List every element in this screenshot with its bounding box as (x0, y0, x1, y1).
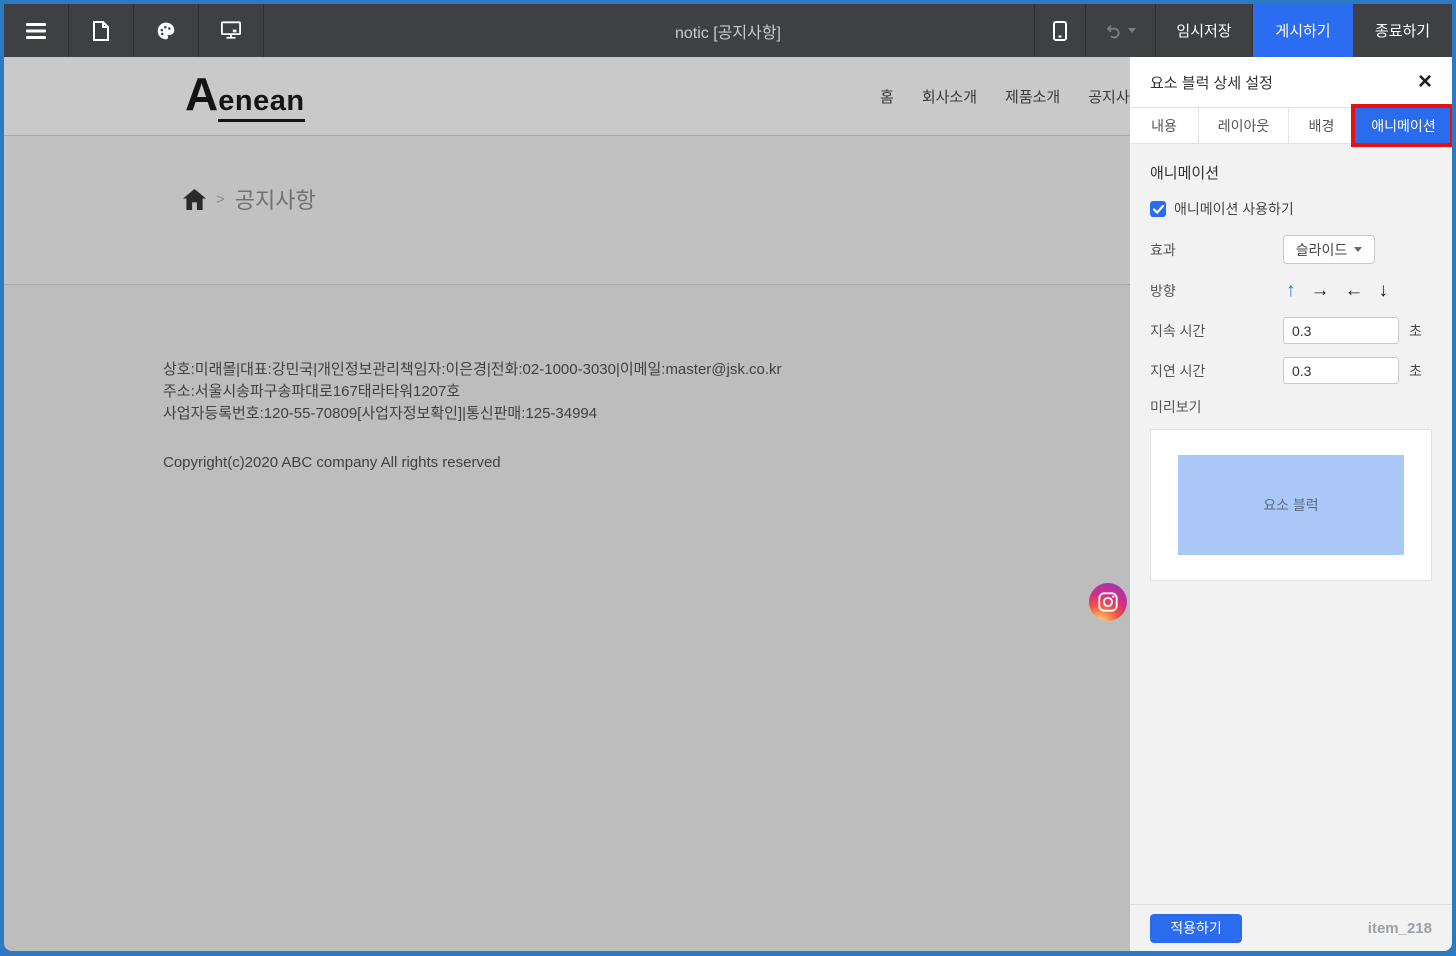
item-id-label: item_218 (1368, 920, 1432, 937)
use-animation-label: 애니메이션 사용하기 (1174, 199, 1294, 219)
duration-row: 지속 시간 초 (1150, 317, 1432, 344)
undo-icon (1105, 22, 1123, 40)
breadcrumb-current: 공지사항 (235, 183, 316, 215)
nav-item-company[interactable]: 회사소개 (922, 86, 977, 107)
monitor-icon (221, 21, 241, 40)
direction-right-arrow-icon[interactable]: → (1311, 281, 1330, 300)
tab-content[interactable]: 내용 (1130, 108, 1199, 143)
use-animation-row[interactable]: 애니메이션 사용하기 (1150, 199, 1432, 219)
site-header: Aenean 홈 회사소개 제품소개 공지사항 (4, 57, 1130, 136)
breadcrumb: > 공지사항 (183, 183, 316, 215)
preview-block-label: 요소 블럭 (1263, 495, 1318, 515)
effect-row: 효과 슬라이드 (1150, 235, 1432, 264)
tab-background[interactable]: 배경 (1289, 108, 1355, 143)
direction-down-arrow-icon[interactable]: ↓ (1379, 281, 1389, 300)
theme-button[interactable] (134, 4, 199, 57)
exit-button[interactable]: 종료하기 (1353, 4, 1452, 57)
site-preview: Aenean 홈 회사소개 제품소개 공지사항 > 공지사항 상호:미래몰|대표… (4, 57, 1130, 951)
editor-window: notic [공지사항] 임시저장 게시하기 종료하기 Aenean (4, 4, 1452, 951)
footer-copyright: Copyright(c)2020 ABC company All rights … (163, 454, 501, 471)
page-button[interactable] (69, 4, 134, 57)
delay-unit: 초 (1409, 361, 1422, 381)
close-icon[interactable]: × (1418, 70, 1432, 94)
palette-icon (156, 21, 176, 41)
footer-info-line: 주소:서울시송파구송파대로167태라타워1207호 (163, 381, 782, 403)
nav-item-home[interactable]: 홈 (880, 86, 894, 107)
tab-animation[interactable]: 애니메이션 (1355, 108, 1452, 143)
publish-button[interactable]: 게시하기 (1253, 4, 1353, 57)
direction-up-arrow-icon[interactable]: ↑ (1286, 281, 1296, 300)
nav-item-notice[interactable]: 공지사항 (1088, 86, 1130, 107)
panel-body: 애니메이션 애니메이션 사용하기 효과 슬라이드 방향 ↑ → (1130, 144, 1452, 904)
section-title: 애니메이션 (1150, 162, 1432, 183)
footer-info-line: 상호:미래몰|대표:강민국|개인정보관리책임자:이은경|전화:02-1000-3… (163, 359, 782, 381)
breadcrumb-separator: > (216, 191, 225, 208)
panel-header: 요소 블럭 상세 설정 × (1130, 57, 1452, 107)
site-logo[interactable]: Aenean (185, 71, 305, 122)
footer-info-line: 사업자등록번호:120-55-70809[사업자정보확인]|통신판매:125-3… (163, 403, 782, 425)
hamburger-icon (26, 23, 46, 39)
instagram-button[interactable] (1089, 583, 1127, 621)
use-animation-checkbox[interactable] (1150, 201, 1166, 217)
temp-save-button[interactable]: 임시저장 (1156, 4, 1253, 57)
direction-row: 방향 ↑ → ← ↓ (1150, 277, 1432, 304)
panel-footer: 적용하기 item_218 (1130, 904, 1452, 951)
home-icon[interactable] (183, 189, 206, 210)
duration-input[interactable] (1283, 317, 1399, 344)
tab-animation-label: 애니메이션 (1371, 116, 1435, 136)
panel-tabs: 내용 레이아웃 배경 애니메이션 (1130, 107, 1452, 144)
settings-panel: 요소 블럭 상세 설정 × 내용 레이아웃 배경 애니메이션 애니메이션 애니메… (1130, 57, 1452, 951)
effect-label: 효과 (1150, 240, 1283, 260)
apply-button[interactable]: 적용하기 (1150, 914, 1242, 943)
logo-rest: enean (218, 85, 304, 122)
page-banner: > 공지사항 (4, 136, 1130, 285)
chevron-down-icon (1354, 247, 1362, 252)
site-nav: 홈 회사소개 제품소개 공지사항 (880, 57, 1130, 135)
site-footer: 상호:미래몰|대표:강민국|개인정보관리책임자:이은경|전화:02-1000-3… (4, 285, 1130, 951)
direction-label: 방향 (1150, 281, 1283, 301)
undo-button[interactable] (1086, 4, 1156, 57)
delay-row: 지연 시간 초 (1150, 357, 1432, 384)
desktop-view-button[interactable] (199, 4, 264, 57)
preview-label: 미리보기 (1150, 397, 1432, 417)
delay-label: 지연 시간 (1150, 361, 1283, 381)
panel-title: 요소 블럭 상세 설정 (1150, 72, 1418, 93)
top-toolbar: notic [공지사항] 임시저장 게시하기 종료하기 (4, 4, 1452, 57)
logo-initial: A (185, 71, 218, 117)
duration-unit: 초 (1409, 321, 1422, 341)
undo-dropdown-caret-icon[interactable] (1128, 28, 1136, 33)
preview-element-block: 요소 블럭 (1178, 455, 1404, 555)
direction-options: ↑ → ← ↓ (1286, 281, 1388, 300)
duration-label: 지속 시간 (1150, 321, 1283, 341)
menu-button[interactable] (4, 4, 69, 57)
delay-input[interactable] (1283, 357, 1399, 384)
phone-icon (1053, 21, 1067, 41)
footer-info: 상호:미래몰|대표:강민국|개인정보관리책임자:이은경|전화:02-1000-3… (163, 359, 782, 425)
instagram-icon (1097, 591, 1119, 613)
preview-box: 요소 블럭 (1150, 429, 1432, 581)
effect-select[interactable]: 슬라이드 (1283, 235, 1375, 264)
tab-layout[interactable]: 레이아웃 (1199, 108, 1289, 143)
toolbar-right-group: 임시저장 게시하기 종료하기 (1034, 4, 1452, 57)
nav-item-products[interactable]: 제품소개 (1005, 86, 1060, 107)
direction-left-arrow-icon[interactable]: ← (1345, 281, 1364, 300)
effect-value: 슬라이드 (1296, 240, 1348, 260)
page-icon (92, 21, 110, 41)
mobile-view-button[interactable] (1034, 4, 1086, 57)
